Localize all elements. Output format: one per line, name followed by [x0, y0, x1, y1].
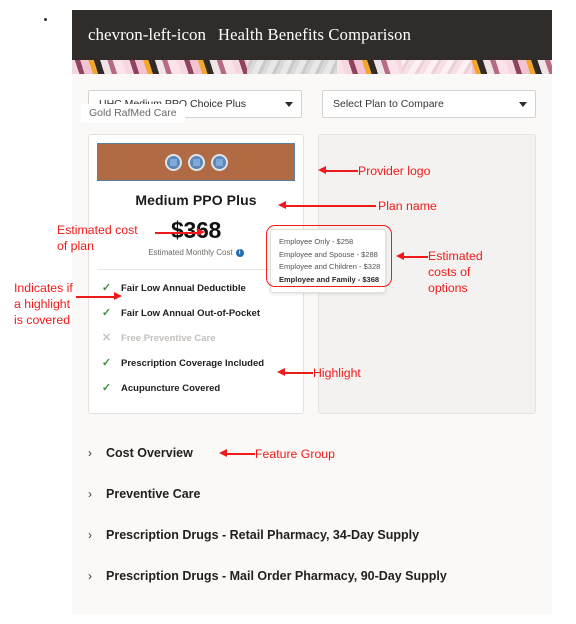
annotation-arrow-highlight — [277, 368, 313, 378]
accordion-item-retail-pharmacy[interactable]: › Prescription Drugs - Retail Pharmacy, … — [88, 514, 536, 555]
annotation-arrow-feature-group — [219, 449, 255, 459]
plan-selector-row: UHC Medium PPO Choice Plus Gold RafMed C… — [72, 74, 552, 128]
feature-item: ✕ Free Preventive Care — [101, 326, 293, 351]
feature-label: Fair Low Annual Out-of-Pocket — [121, 308, 260, 319]
cross-icon: ✕ — [101, 332, 112, 344]
annotation-highlight: Highlight — [313, 366, 361, 380]
annotation-estimated-costs-of-options: Estimated costs of options — [428, 249, 483, 295]
chevron-down-icon — [519, 101, 527, 107]
check-icon: ✓ — [101, 382, 112, 394]
plan-select-tooltip: Gold RafMed Care — [81, 104, 185, 123]
feature-label: Acupuncture Covered — [121, 383, 221, 394]
accordion-item-label: Prescription Drugs - Mail Order Pharmacy… — [106, 568, 447, 583]
annotation-arrow-plan-name — [278, 201, 376, 211]
annotation-indicates-highlight-covered: Indicates if a highlight is covered — [14, 281, 73, 327]
annotation-arrow-estimated-cost — [155, 228, 207, 238]
app-header: chevron-left-icon Health Benefits Compar… — [72, 10, 552, 60]
feature-label: Fair Low Annual Deductible — [121, 283, 246, 294]
logo-badge-icon — [187, 153, 205, 171]
plan-name: Medium PPO Plus — [135, 192, 257, 208]
logo-badge-icon — [210, 153, 228, 171]
chevron-left-icon[interactable]: chevron-left-icon — [88, 26, 206, 43]
feature-list: ✓ Fair Low Annual Deductible ✓ Fair Low … — [97, 272, 295, 401]
annotation-provider-logo: Provider logo — [358, 164, 431, 178]
chevron-right-icon: › — [88, 527, 92, 542]
screenshot-root: chevron-left-icon Health Benefits Compar… — [0, 0, 576, 624]
annotation-outline-cost-options — [266, 225, 392, 287]
feature-label: Free Preventive Care — [121, 333, 216, 344]
accordion-item-label: Preventive Care — [106, 486, 201, 501]
chevron-right-icon: › — [88, 568, 92, 583]
feature-label: Prescription Coverage Included — [121, 358, 265, 369]
annotation-arrow-costs-options — [396, 252, 428, 262]
stray-dot — [44, 18, 47, 21]
feature-item: ✓ Fair Low Annual Deductible — [101, 276, 293, 301]
decorative-banner-strip — [72, 60, 552, 74]
chevron-right-icon: › — [88, 486, 92, 501]
check-icon: ✓ — [101, 307, 112, 319]
compare-plan-select[interactable]: Select Plan to Compare — [322, 90, 536, 118]
accordion-item-label: Cost Overview — [106, 445, 193, 460]
feature-item: ✓ Fair Low Annual Out-of-Pocket — [101, 301, 293, 326]
annotation-feature-group: Feature Group — [255, 447, 335, 461]
price-caption-label: Estimated Monthly Cost — [148, 248, 233, 257]
provider-logo — [97, 143, 295, 181]
chevron-down-icon — [285, 101, 293, 107]
annotation-estimated-cost-of-plan: Estimated cost of plan — [57, 223, 138, 253]
accordion-item-label: Prescription Drugs - Retail Pharmacy, 34… — [106, 527, 420, 542]
annotation-plan-name: Plan name — [378, 199, 437, 213]
compare-plan-select-placeholder: Select Plan to Compare — [333, 98, 444, 110]
feature-item: ✓ Prescription Coverage Included — [101, 351, 293, 376]
feature-groups-accordion: › Cost Overview › Preventive Care › Pres… — [72, 414, 552, 596]
chevron-right-icon: › — [88, 445, 92, 460]
annotation-arrow-highlight-covered — [76, 292, 126, 302]
annotation-arrow-provider-logo — [318, 166, 358, 176]
info-icon[interactable]: i — [235, 248, 244, 257]
check-icon: ✓ — [101, 357, 112, 369]
app-window: chevron-left-icon Health Benefits Compar… — [72, 10, 552, 614]
accordion-item-preventive-care[interactable]: › Preventive Care — [88, 473, 536, 514]
logo-badge-icon — [164, 153, 182, 171]
accordion-item-mail-order-pharmacy[interactable]: › Prescription Drugs - Mail Order Pharma… — [88, 555, 536, 596]
page-title: Health Benefits Comparison — [218, 25, 412, 44]
plan-select[interactable]: UHC Medium PPO Choice Plus Gold RafMed C… — [81, 90, 302, 123]
feature-item: ✓ Acupuncture Covered — [101, 376, 293, 401]
